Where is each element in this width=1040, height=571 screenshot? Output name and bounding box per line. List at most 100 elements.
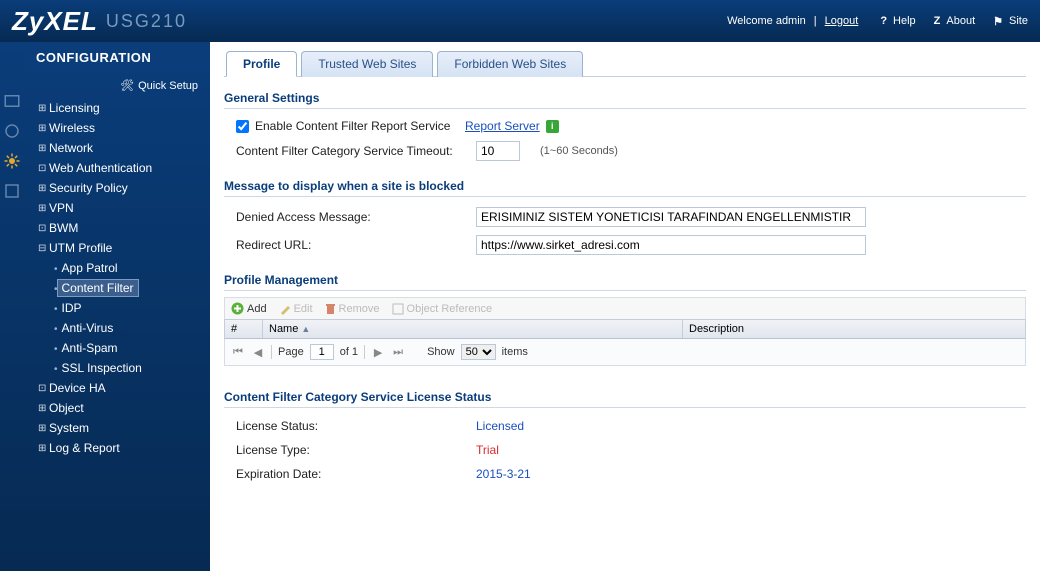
nav-item-bwm[interactable]: ⊡BWM — [24, 218, 210, 238]
sidebar-title: CONFIGURATION — [24, 42, 210, 73]
nav-item-security-policy[interactable]: ⊞Security Policy — [24, 178, 210, 198]
timeout-hint: (1~60 Seconds) — [540, 145, 618, 157]
nav-item-licensing[interactable]: ⊞Licensing — [24, 98, 210, 118]
logout-link[interactable]: Logout — [825, 15, 859, 27]
app-header: ZyXEL USG210 Welcome admin | Logout ?Hel… — [0, 0, 1040, 42]
col-desc[interactable]: Description — [683, 320, 1025, 338]
page-input[interactable] — [310, 344, 334, 360]
expand-icon[interactable]: ⊞ — [38, 143, 49, 154]
help-link[interactable]: Help — [893, 15, 916, 27]
remove-button[interactable]: Remove — [325, 303, 380, 315]
rail-icon-gear[interactable] — [3, 152, 21, 170]
bullet-icon: • — [54, 364, 58, 375]
expand-icon[interactable]: ⊞ — [38, 423, 49, 434]
expand-icon[interactable]: ⊞ — [38, 443, 49, 454]
tab-trusted[interactable]: Trusted Web Sites — [301, 51, 433, 77]
expand-icon[interactable]: ⊞ — [38, 183, 49, 194]
show-label: Show — [427, 346, 455, 358]
nav-subitem-idp[interactable]: •IDP — [24, 298, 210, 318]
redirect-input[interactable] — [476, 235, 866, 255]
leaf-icon[interactable]: ⊡ — [38, 223, 49, 234]
nav-subitem-app-patrol[interactable]: •App Patrol — [24, 258, 210, 278]
expand-icon[interactable]: ⊞ — [38, 123, 49, 134]
rail-icon-1[interactable] — [3, 92, 21, 110]
edit-button[interactable]: Edit — [279, 303, 313, 315]
denied-input[interactable] — [476, 207, 866, 227]
sort-asc-icon: ▲ — [301, 324, 310, 334]
quick-setup-link[interactable]: 🛠Quick Setup — [24, 73, 210, 98]
leaf-icon[interactable]: ⊡ — [38, 163, 49, 174]
pager: ⏮ ◀ Page of 1 ▶ ⏭ Show 50 items — [224, 339, 1026, 366]
section-general: General Settings — [224, 91, 1026, 109]
nav-item-log-&-report[interactable]: ⊞Log & Report — [24, 438, 210, 458]
enable-report-label: Enable Content Filter Report Service — [255, 119, 465, 133]
trash-icon — [325, 303, 336, 315]
nav-item-object[interactable]: ⊞Object — [24, 398, 210, 418]
nav-subitem-ssl-inspection[interactable]: •SSL Inspection — [24, 358, 210, 378]
sidebar: CONFIGURATION 🛠Quick Setup ⊞Licensing⊞Wi… — [24, 42, 210, 571]
expand-icon[interactable]: ⊞ — [38, 203, 49, 214]
welcome-text: Welcome admin — [727, 15, 806, 27]
site-link[interactable]: Site — [1009, 15, 1028, 27]
denied-label: Denied Access Message: — [236, 210, 476, 224]
tab-profile[interactable]: Profile — [226, 51, 297, 77]
nav-tree: ⊞Licensing⊞Wireless⊞Network⊡Web Authenti… — [24, 98, 210, 458]
enable-report-checkbox[interactable] — [236, 120, 249, 133]
grid-header: # Name▲ Description — [224, 319, 1026, 339]
info-icon[interactable]: i — [546, 120, 559, 133]
main-content: Profile Trusted Web Sites Forbidden Web … — [210, 42, 1040, 571]
bullet-icon: • — [54, 304, 58, 315]
objref-button[interactable]: Object Reference — [392, 303, 493, 315]
wrench-icon: 🛠 — [120, 80, 134, 92]
objref-icon — [392, 303, 404, 315]
header-right: Welcome admin | Logout ?Help ZAbout ⚑Sit… — [727, 15, 1028, 28]
about-icon: Z — [934, 15, 941, 27]
section-license: Content Filter Category Service License … — [224, 390, 1026, 408]
page-label: Page — [278, 346, 304, 358]
license-status-label: License Status: — [236, 419, 476, 433]
leaf-icon[interactable]: ⊡ — [38, 383, 49, 394]
last-page-button[interactable]: ⏭ — [391, 345, 405, 359]
timeout-input[interactable] — [476, 141, 520, 161]
nav-item-utm-profile[interactable]: ⊟UTM Profile — [24, 238, 210, 258]
expand-icon[interactable]: ⊞ — [38, 103, 49, 114]
nav-item-device-ha[interactable]: ⊡Device HA — [24, 378, 210, 398]
first-page-button[interactable]: ⏮ — [231, 345, 245, 359]
plus-icon — [231, 302, 244, 315]
report-server-link[interactable]: Report Server — [465, 119, 540, 133]
tabs: Profile Trusted Web Sites Forbidden Web … — [224, 50, 1026, 77]
nav-item-vpn[interactable]: ⊞VPN — [24, 198, 210, 218]
expiration-value: 2015-3-21 — [476, 467, 531, 481]
add-button[interactable]: Add — [231, 302, 267, 315]
nav-subitem-anti-virus[interactable]: •Anti-Virus — [24, 318, 210, 338]
expand-icon[interactable]: ⊞ — [38, 403, 49, 414]
col-name[interactable]: Name▲ — [263, 320, 683, 338]
nav-item-network[interactable]: ⊞Network — [24, 138, 210, 158]
prev-page-button[interactable]: ◀ — [251, 345, 265, 359]
nav-item-system[interactable]: ⊞System — [24, 418, 210, 438]
about-link[interactable]: About — [946, 15, 975, 27]
nav-item-wireless[interactable]: ⊞Wireless — [24, 118, 210, 138]
show-select[interactable]: 50 — [461, 344, 496, 360]
rail-icon-4[interactable] — [3, 182, 21, 200]
nav-subitem-content-filter[interactable]: •Content Filter — [24, 278, 210, 298]
site-icon: ⚑ — [993, 15, 1003, 28]
license-type-label: License Type: — [236, 443, 476, 457]
next-page-button[interactable]: ▶ — [371, 345, 385, 359]
nav-subitem-anti-spam[interactable]: •Anti-Spam — [24, 338, 210, 358]
nav-item-web-authentication[interactable]: ⊡Web Authentication — [24, 158, 210, 178]
rail-icon-2[interactable] — [3, 122, 21, 140]
license-status-value: Licensed — [476, 419, 524, 433]
left-rail — [0, 42, 24, 571]
redirect-label: Redirect URL: — [236, 238, 476, 252]
collapse-icon[interactable]: ⊟ — [38, 243, 49, 254]
expiration-label: Expiration Date: — [236, 467, 476, 481]
license-type-value: Trial — [476, 443, 499, 457]
help-icon: ? — [880, 15, 887, 27]
section-blocked: Message to display when a site is blocke… — [224, 179, 1026, 197]
of-label: of 1 — [340, 346, 358, 358]
bullet-icon: • — [54, 324, 58, 335]
col-num[interactable]: # — [225, 320, 263, 338]
pencil-icon — [279, 303, 291, 315]
tab-forbidden[interactable]: Forbidden Web Sites — [437, 51, 583, 77]
